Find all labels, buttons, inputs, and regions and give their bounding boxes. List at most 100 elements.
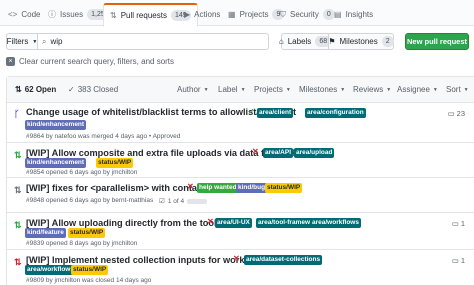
repo-nav-tabs: <> Code ⓘ Issues 1,258 ⇅ Pull requests 1… [0, 0, 474, 27]
pull-request-icon: ⇅ [110, 11, 117, 20]
search-input[interactable] [50, 37, 251, 46]
label-badge[interactable]: kind/enhancement [25, 120, 87, 130]
tab-code[interactable]: <> Code [2, 3, 46, 26]
play-icon: ▶ [184, 10, 191, 19]
code-icon: <> [8, 10, 18, 19]
assignee-label: Assignee [397, 85, 430, 94]
labels-label: Labels [287, 37, 312, 46]
label-badge[interactable]: status/WIP [265, 183, 303, 193]
label-badge[interactable]: area/client [257, 108, 294, 118]
milestones-label: Milestones [299, 85, 338, 94]
label-label: Label [218, 85, 238, 94]
label-badge[interactable]: status/WIP [96, 158, 134, 168]
projects-dropdown[interactable]: Projects ▼ [254, 85, 291, 94]
list-item[interactable]: ⇅ [WIP] Allow uploading directly from th… [7, 214, 474, 250]
milestones-counter: 2 [381, 36, 394, 47]
label-badge[interactable]: area/workflows [25, 265, 76, 275]
issue-icon: ⓘ [48, 10, 56, 19]
list-item[interactable]: ⇅ [WIP] fixes for <parallelism> with con… [7, 179, 474, 213]
list-item[interactable]: ⇅ [WIP] Allow composite and extra file u… [7, 144, 474, 178]
label-badge[interactable]: area/configuration [305, 108, 366, 118]
comments-link[interactable]: ▭ 1 [452, 219, 465, 228]
pr-meta: #9839 opened 8 days ago by jmchilton [26, 240, 138, 247]
milestones-dropdown[interactable]: Milestones ▼ [299, 85, 345, 94]
sort-label: Sort [446, 85, 461, 94]
tab-label: Issues [60, 10, 84, 19]
caret-down-icon: ▼ [203, 86, 209, 93]
pull-request-icon: ⇅ [14, 220, 22, 230]
clear-filters-label: Clear current search query, filters, and… [19, 57, 175, 66]
open-filter-link[interactable]: ⇅ 62 Open [15, 85, 56, 94]
author-label: Author [177, 85, 201, 94]
project-icon: ▦ [228, 10, 236, 19]
reviews-dropdown[interactable]: Reviews ▼ [353, 85, 391, 94]
search-icon: ⌕ [42, 36, 47, 46]
pull-request-list: ⇅ 62 Open ✓ 383 Closed Author ▼ Label ▼ Pr… [6, 76, 474, 285]
task-progress: ☑ 1 of 4 [159, 197, 208, 205]
label-badge[interactable]: area/dataset-collections [244, 255, 323, 265]
label-badge[interactable]: kind/bug [236, 183, 268, 193]
caret-down-icon: ▼ [432, 86, 438, 93]
sort-dropdown[interactable]: Sort ▼ [446, 85, 469, 94]
label-badge[interactable]: area/API [263, 148, 294, 158]
pr-title-link[interactable]: [WIP] Allow composite and extra file upl… [26, 148, 300, 158]
tab-actions[interactable]: ▶ Actions [178, 3, 226, 26]
pull-request-icon: ⇅ [15, 85, 22, 94]
pr-meta: #9809 by jmchilton was closed 14 days ag… [26, 277, 152, 284]
pr-meta: #9848 opened 6 days ago by bernt-matthia… [26, 197, 154, 204]
tag-icon: ⌂ [278, 37, 284, 46]
tab-label: Security [290, 10, 319, 19]
list-item[interactable]: ᚴ Change usage of whitelist/blacklist te… [7, 103, 474, 143]
task-progress-bar [187, 198, 208, 204]
tab-label: Pull requests [120, 11, 167, 20]
draft-pull-request-icon: ⇅ [14, 185, 22, 195]
close-icon: × [6, 57, 15, 66]
comment-count: 23 [456, 109, 465, 118]
labels-button[interactable]: ⌂ Labels 68 [278, 33, 332, 50]
tab-label: Projects [239, 10, 269, 19]
comment-count: 1 [460, 219, 465, 228]
closed-filter-link[interactable]: ✓ 383 Closed [68, 85, 118, 94]
check-icon: ✓ [68, 85, 75, 94]
comments-link[interactable]: ▭ 1 [452, 256, 465, 265]
tab-label: Insights [345, 10, 374, 19]
new-pull-request-button[interactable]: New pull request [405, 33, 469, 50]
closed-pull-request-icon: ⇅ [14, 257, 22, 267]
label-badge[interactable]: area/UI-UX [215, 218, 252, 228]
task-progress-text: 1 of 4 [167, 197, 185, 205]
pr-meta: #9864 by natefoo was merged 4 days ago •… [26, 133, 181, 140]
comments-link[interactable]: ▭ 23 [448, 109, 465, 118]
label-badge[interactable]: status/WIP [68, 228, 106, 238]
x-icon[interactable]: ✕ [207, 217, 214, 226]
assignee-dropdown[interactable]: Assignee ▼ [397, 85, 438, 94]
shield-icon: ⛉ [280, 9, 286, 19]
check-icon[interactable]: ✓ [248, 107, 255, 116]
milestones-button[interactable]: ⚑ Milestones 2 [328, 33, 394, 50]
label-badge[interactable]: kind/feature [25, 228, 66, 238]
tab-insights[interactable]: ▤ Insights [328, 3, 379, 26]
filters-dropdown[interactable]: Filters ▼ [6, 33, 38, 50]
label-dropdown[interactable]: Label ▼ [218, 85, 246, 94]
checklist-icon: ☑ [159, 198, 165, 205]
clear-filters-link[interactable]: × Clear current search query, filters, a… [6, 57, 174, 66]
label-badge[interactable]: help wanted [197, 183, 239, 193]
x-icon[interactable]: ✕ [233, 254, 240, 263]
caret-down-icon: ▼ [240, 86, 246, 93]
filters-label: Filters [6, 37, 29, 46]
label-badge[interactable]: status/WIP [71, 265, 109, 275]
milestones-label: Milestones [339, 37, 378, 46]
pr-title-link[interactable]: Change usage of whitelist/blacklist term… [26, 107, 296, 117]
x-icon[interactable]: ✕ [252, 147, 259, 156]
merged-icon: ᚴ [14, 109, 20, 119]
label-badge[interactable]: kind/enhancement [25, 158, 87, 168]
label-badge[interactable]: area/upload [294, 148, 335, 158]
caret-down-icon: ▼ [386, 86, 392, 93]
comment-count: 1 [460, 256, 465, 265]
list-header: ⇅ 62 Open ✓ 383 Closed Author ▼ Label ▼ Pr… [7, 77, 474, 103]
x-icon[interactable]: ✕ [187, 182, 194, 191]
author-dropdown[interactable]: Author ▼ [177, 85, 209, 94]
comment-icon: ▭ [451, 256, 459, 265]
list-item[interactable]: ⇅ [WIP] Implement nested collection inpu… [7, 251, 474, 285]
comment-icon: ▭ [451, 219, 459, 228]
label-badge[interactable]: area/workflows [310, 218, 361, 228]
